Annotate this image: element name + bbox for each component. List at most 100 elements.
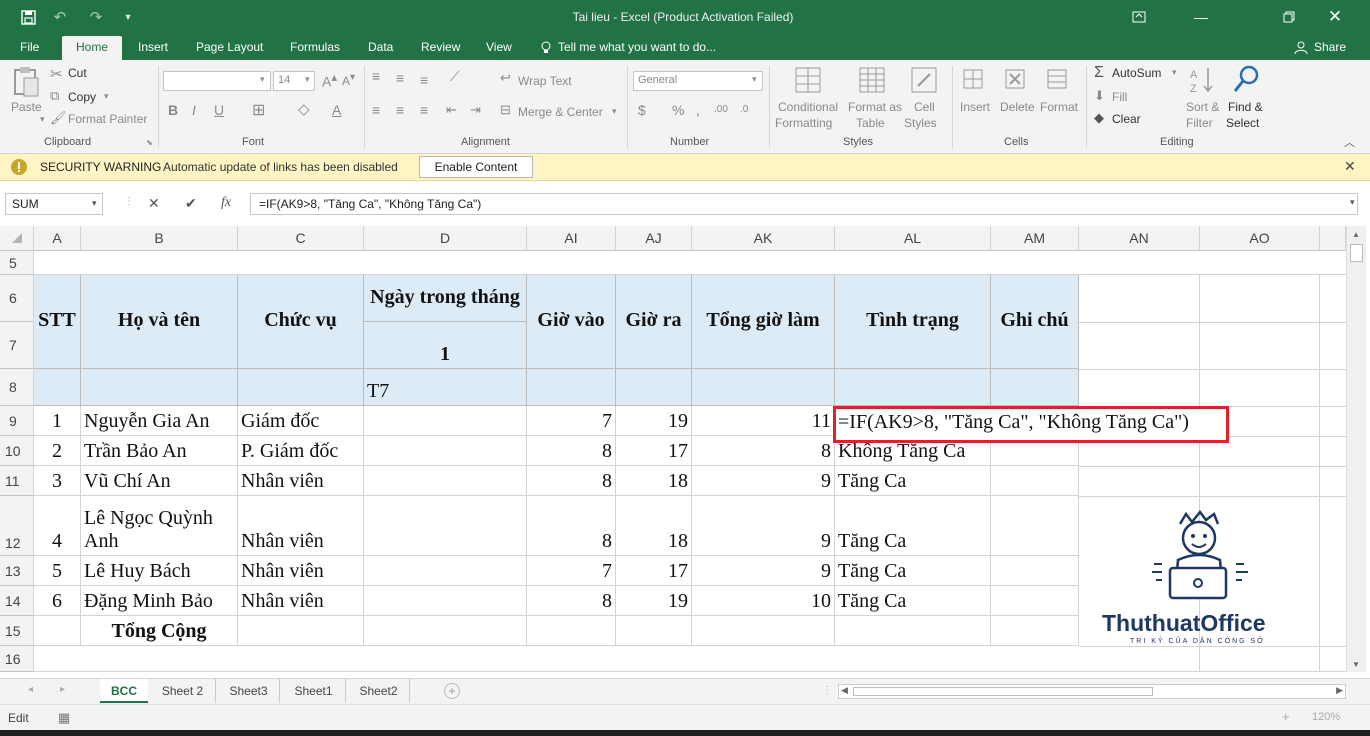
conditional-formatting-line2[interactable]: Formatting bbox=[775, 116, 832, 130]
column-header-d[interactable]: D bbox=[364, 226, 527, 251]
header-name[interactable]: Họ và tên bbox=[81, 275, 238, 369]
confirm-entry-icon[interactable]: ✔ bbox=[185, 195, 197, 212]
column-header-am[interactable]: AM bbox=[991, 226, 1079, 251]
close-window-icon[interactable]: ✕ bbox=[1312, 4, 1358, 30]
row-header-6[interactable]: 6 bbox=[0, 275, 34, 322]
cell-time-in[interactable]: 8 bbox=[527, 496, 616, 556]
cell-ak8[interactable] bbox=[692, 369, 835, 406]
increase-font-icon[interactable]: A▴ bbox=[322, 70, 337, 90]
cell-al8[interactable] bbox=[835, 369, 991, 406]
cell-role[interactable]: Giám đốc bbox=[238, 406, 364, 436]
cell-a15[interactable] bbox=[34, 616, 81, 646]
align-center-icon[interactable]: ≡ bbox=[396, 102, 404, 118]
tab-home[interactable]: Home bbox=[62, 36, 122, 60]
cell-stt[interactable]: 4 bbox=[34, 496, 81, 556]
row-header-5[interactable]: 5 bbox=[0, 251, 34, 275]
comma-icon[interactable]: , bbox=[696, 102, 700, 118]
cell-stt[interactable]: 2 bbox=[34, 436, 81, 466]
clipboard-launcher-icon[interactable]: ⬊ bbox=[146, 138, 153, 147]
cell-total[interactable]: 10 bbox=[692, 586, 835, 616]
header-time-in[interactable]: Giờ vào bbox=[527, 275, 616, 369]
cell-status[interactable]: Tăng Ca bbox=[835, 496, 991, 556]
row-header-7[interactable]: 7 bbox=[0, 322, 34, 369]
format-table-line1[interactable]: Format as bbox=[848, 100, 902, 114]
fill-icon[interactable]: ⬇ bbox=[1094, 88, 1105, 104]
header-note[interactable]: Ghi chú bbox=[991, 275, 1079, 369]
cell-d15[interactable] bbox=[364, 616, 527, 646]
cell-day[interactable] bbox=[364, 466, 527, 496]
cell-am8[interactable] bbox=[991, 369, 1079, 406]
ribbon-display-icon[interactable] bbox=[1116, 4, 1162, 30]
cell-role[interactable]: Nhân viên bbox=[238, 466, 364, 496]
column-header-al[interactable]: AL bbox=[835, 226, 991, 251]
active-cell-formula[interactable]: =IF(AK9>8, "Tăng Ca", "Không Tăng Ca") bbox=[838, 411, 1189, 434]
align-left-icon[interactable]: ≡ bbox=[372, 102, 380, 118]
cell-time-out[interactable]: 19 bbox=[616, 586, 692, 616]
prev-sheet-icon[interactable]: ◂ bbox=[28, 684, 33, 695]
cell-status[interactable]: Tăng Ca bbox=[835, 586, 991, 616]
tab-split-handle[interactable]: ⋮ bbox=[822, 685, 832, 696]
number-format-dropdown-icon[interactable]: ▾ bbox=[752, 74, 757, 85]
cell-time-out[interactable]: 17 bbox=[616, 556, 692, 586]
font-name-box[interactable] bbox=[163, 71, 271, 91]
horizontal-scroll-thumb[interactable] bbox=[853, 687, 1153, 696]
cell-ai15[interactable] bbox=[527, 616, 616, 646]
merge-center-button[interactable]: Merge & Center bbox=[518, 105, 603, 119]
row-header-16[interactable]: 16 bbox=[0, 646, 34, 672]
header-total-hours[interactable]: Tổng giờ làm bbox=[692, 275, 835, 369]
cell-status[interactable]: Tăng Ca bbox=[835, 556, 991, 586]
share-button[interactable]: Share bbox=[1312, 36, 1348, 60]
increase-decimal-icon[interactable]: .00 bbox=[714, 104, 728, 115]
cell-total[interactable]: 8 bbox=[692, 436, 835, 466]
restore-icon[interactable] bbox=[1266, 4, 1312, 30]
cell-day[interactable] bbox=[364, 406, 527, 436]
align-top-icon[interactable]: ≡ bbox=[372, 68, 380, 84]
merge-dropdown-icon[interactable]: ▾ bbox=[612, 106, 617, 117]
row-header-8[interactable]: 8 bbox=[0, 369, 34, 406]
tell-me-search[interactable]: Tell me what you want to do... bbox=[556, 36, 718, 60]
cell-role[interactable]: Nhân viên bbox=[238, 496, 364, 556]
insert-cells-icon[interactable] bbox=[962, 66, 988, 98]
row-header-11[interactable]: 11 bbox=[0, 466, 34, 496]
header-day-number[interactable]: 1 bbox=[364, 322, 527, 369]
cell-note[interactable] bbox=[991, 466, 1079, 496]
align-right-icon[interactable]: ≡ bbox=[420, 102, 428, 118]
font-name-dropdown-icon[interactable]: ▾ bbox=[260, 74, 265, 85]
zoom-in-icon[interactable]: + bbox=[1282, 709, 1290, 724]
find-select-icon[interactable] bbox=[1232, 64, 1262, 98]
column-header-a[interactable]: A bbox=[34, 226, 81, 251]
next-sheet-icon[interactable]: ▸ bbox=[60, 684, 65, 695]
close-warning-icon[interactable]: ✕ bbox=[1344, 158, 1356, 175]
copy-button[interactable]: Copy bbox=[68, 90, 96, 104]
cell-time-in[interactable]: 7 bbox=[527, 406, 616, 436]
cell-styles-line1[interactable]: Cell bbox=[914, 100, 935, 114]
font-color-icon[interactable]: A bbox=[332, 102, 341, 118]
row-5-cells[interactable] bbox=[34, 251, 1346, 275]
column-header-ak[interactable]: AK bbox=[692, 226, 835, 251]
minimize-icon[interactable]: — bbox=[1178, 4, 1224, 30]
cell-name[interactable]: Trần Bảo An bbox=[81, 436, 238, 466]
enable-content-button[interactable]: Enable Content bbox=[419, 156, 533, 178]
number-format-box[interactable]: General bbox=[633, 71, 763, 91]
cell-aj8[interactable] bbox=[616, 369, 692, 406]
fill-color-icon[interactable]: ◇ bbox=[298, 100, 310, 118]
row-header-14[interactable]: 14 bbox=[0, 586, 34, 616]
sort-filter-line1[interactable]: Sort & bbox=[1186, 100, 1219, 114]
cell-note[interactable] bbox=[991, 556, 1079, 586]
wrap-text-icon[interactable]: ↩ bbox=[500, 70, 511, 86]
insert-function-icon[interactable]: fx bbox=[221, 195, 231, 211]
cell-am15[interactable] bbox=[991, 616, 1079, 646]
align-bottom-icon[interactable]: ≡ bbox=[420, 72, 428, 88]
cell-a8[interactable] bbox=[34, 369, 81, 406]
add-sheet-icon[interactable]: + bbox=[444, 683, 460, 699]
increase-indent-icon[interactable]: ⇥ bbox=[470, 102, 481, 118]
zoom-level[interactable]: 120% bbox=[1312, 711, 1340, 723]
header-time-out[interactable]: Giờ ra bbox=[616, 275, 692, 369]
autosum-dropdown-icon[interactable]: ▾ bbox=[1172, 67, 1177, 78]
cancel-entry-icon[interactable]: ✕ bbox=[148, 195, 160, 212]
collapse-ribbon-icon[interactable]: ︿ bbox=[1344, 134, 1355, 150]
cell-name[interactable]: Lê Ngọc Quỳnh Anh bbox=[81, 496, 238, 556]
borders-icon[interactable]: ⊞ bbox=[252, 100, 265, 120]
cell-c8[interactable] bbox=[238, 369, 364, 406]
expand-formula-bar-icon[interactable]: ▾ bbox=[1350, 197, 1355, 208]
